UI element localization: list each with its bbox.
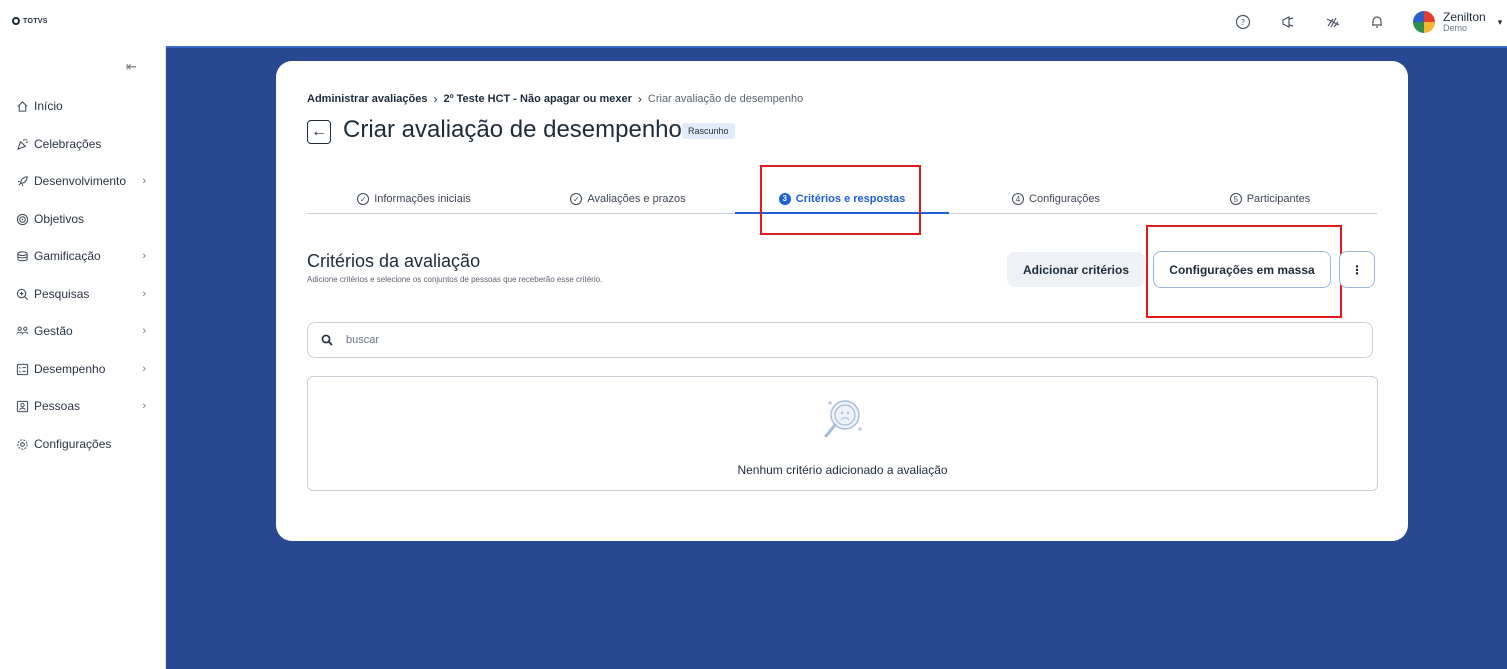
sidebar-item-label: Início xyxy=(34,99,63,113)
bell-icon[interactable] xyxy=(1367,12,1387,32)
sidebar: ⇤ Início Celebrações Desenvolvimento › O… xyxy=(0,46,166,669)
breadcrumb-current: Criar avaliação de desempenho xyxy=(647,93,804,105)
target-icon xyxy=(15,212,29,226)
top-bar: TOTVS ? Zenilton Demo ▾ xyxy=(0,0,1507,46)
search-placeholder: buscar xyxy=(346,334,380,346)
sidebar-item-label: Gamificação xyxy=(34,249,101,263)
help-icon[interactable]: ? xyxy=(1233,12,1253,32)
check-circle-icon: ✓ xyxy=(570,193,583,205)
chevron-right-icon: › xyxy=(433,92,438,106)
rocket-icon xyxy=(15,174,29,188)
page-title: Criar avaliação de desempenho xyxy=(343,116,682,143)
sidebar-item-pessoas[interactable]: Pessoas › xyxy=(15,395,150,417)
chevron-right-icon: › xyxy=(142,288,146,300)
sidebar-item-configuracoes[interactable]: Configurações xyxy=(15,433,150,455)
sidebar-item-pesquisas[interactable]: Pesquisas › xyxy=(15,283,150,305)
avatar xyxy=(1413,11,1435,33)
empty-state: Nenhum critério adicionado a avaliação xyxy=(307,376,1378,491)
sidebar-item-label: Pesquisas xyxy=(34,287,90,301)
sidebar-item-label: Gestão xyxy=(34,324,73,338)
search-icon xyxy=(320,333,334,347)
user-subtitle: Demo xyxy=(1443,22,1468,33)
step-number-icon: 5 xyxy=(1229,193,1242,205)
sidebar-item-label: Configurações xyxy=(34,437,112,451)
kebab-menu-icon: ⋮ xyxy=(1351,262,1363,277)
check-circle-icon: ✓ xyxy=(357,193,370,205)
sidebar-item-label: Pessoas xyxy=(34,399,81,413)
breadcrumb: Administrar avaliações › 2º Teste HCT - … xyxy=(307,92,803,106)
sidebar-item-label: Objetivos xyxy=(34,212,85,226)
breadcrumb-link-avaliacoes[interactable]: Administrar avaliações xyxy=(307,93,427,105)
sidebar-item-desenvolvimento[interactable]: Desenvolvimento › xyxy=(15,170,150,192)
logo-text: TOTVS xyxy=(23,17,48,25)
megaphone-icon[interactable] xyxy=(1278,12,1298,32)
tab-participantes[interactable]: 5 Participantes xyxy=(1163,185,1377,213)
collapse-sidebar-icon[interactable]: ⇤ xyxy=(126,59,137,75)
sidebar-item-label: Celebrações xyxy=(34,137,102,151)
mass-config-button[interactable]: Configurações em massa xyxy=(1153,251,1331,288)
sidebar-item-label: Desenvolvimento xyxy=(34,174,127,188)
chevron-right-icon: › xyxy=(142,175,146,187)
form-card: Administrar avaliações › 2º Teste HCT - … xyxy=(276,61,1408,541)
sidebar-item-inicio[interactable]: Início xyxy=(15,95,150,117)
logo-mark-icon xyxy=(12,17,20,25)
sidebar-item-gestao[interactable]: Gestão › xyxy=(15,320,150,342)
section-subtitle: Adicione critérios e selecione os conjun… xyxy=(307,275,603,284)
chevron-right-icon: › xyxy=(637,92,642,106)
arrow-left-icon: ← xyxy=(311,123,327,140)
step-number-icon: 4 xyxy=(1012,193,1025,205)
survey-icon xyxy=(15,287,29,301)
tab-label: Informações iniciais xyxy=(374,193,471,205)
tab-label: Avaliações e prazos xyxy=(587,193,686,205)
coins-icon xyxy=(15,249,29,263)
breadcrumb-link-teste[interactable]: 2º Teste HCT - Não apagar ou mexer xyxy=(443,93,631,105)
chevron-right-icon: › xyxy=(142,363,146,375)
sidebar-item-desempenho[interactable]: Desempenho › xyxy=(15,358,150,380)
magnifier-sad-face-icon xyxy=(818,393,870,450)
search-input[interactable]: buscar xyxy=(307,322,1373,358)
totvs-logo[interactable]: TOTVS xyxy=(12,17,48,25)
sidebar-item-objetivos[interactable]: Objetivos xyxy=(15,208,150,230)
user-menu[interactable]: Zenilton Demo ▾ xyxy=(1413,11,1502,33)
gear-icon xyxy=(15,437,29,451)
main-area: Administrar avaliações › 2º Teste HCT - … xyxy=(166,46,1507,669)
person-icon xyxy=(15,399,29,413)
sidebar-item-celebracoes[interactable]: Celebrações xyxy=(15,133,150,155)
back-button[interactable]: ← xyxy=(307,120,331,144)
tab-label: Participantes xyxy=(1246,193,1311,205)
svg-text:?: ? xyxy=(1241,18,1245,27)
home-icon xyxy=(15,99,29,113)
status-badge: Rascunho xyxy=(682,123,735,139)
chevron-right-icon: › xyxy=(142,400,146,412)
sidebar-item-label: Desempenho xyxy=(34,362,106,376)
tab-configuracoes[interactable]: 4 Configurações xyxy=(949,185,1163,213)
add-criteria-button[interactable]: Adicionar critérios xyxy=(1007,252,1145,287)
team-icon xyxy=(15,324,29,338)
section-title: Critérios da avaliação xyxy=(307,251,481,271)
tab-label: Configurações xyxy=(1029,193,1100,205)
checklist-icon xyxy=(15,362,29,376)
more-options-button[interactable]: ⋮ xyxy=(1339,251,1375,288)
chevron-down-icon: ▾ xyxy=(1497,16,1503,27)
tab-avaliacoes-prazos[interactable]: ✓ Avaliações e prazos xyxy=(521,185,735,213)
highlight-box-tab xyxy=(760,165,921,235)
chevron-right-icon: › xyxy=(142,250,146,262)
empty-state-message: Nenhum critério adicionado a avaliação xyxy=(737,463,948,477)
hand-wave-icon[interactable] xyxy=(1323,12,1343,32)
user-name: Zenilton xyxy=(1443,9,1486,24)
party-icon xyxy=(15,137,29,151)
tab-informacoes-iniciais[interactable]: ✓ Informações iniciais xyxy=(307,185,521,213)
sidebar-item-gamificacao[interactable]: Gamificação › xyxy=(15,245,150,267)
chevron-right-icon: › xyxy=(142,325,146,337)
